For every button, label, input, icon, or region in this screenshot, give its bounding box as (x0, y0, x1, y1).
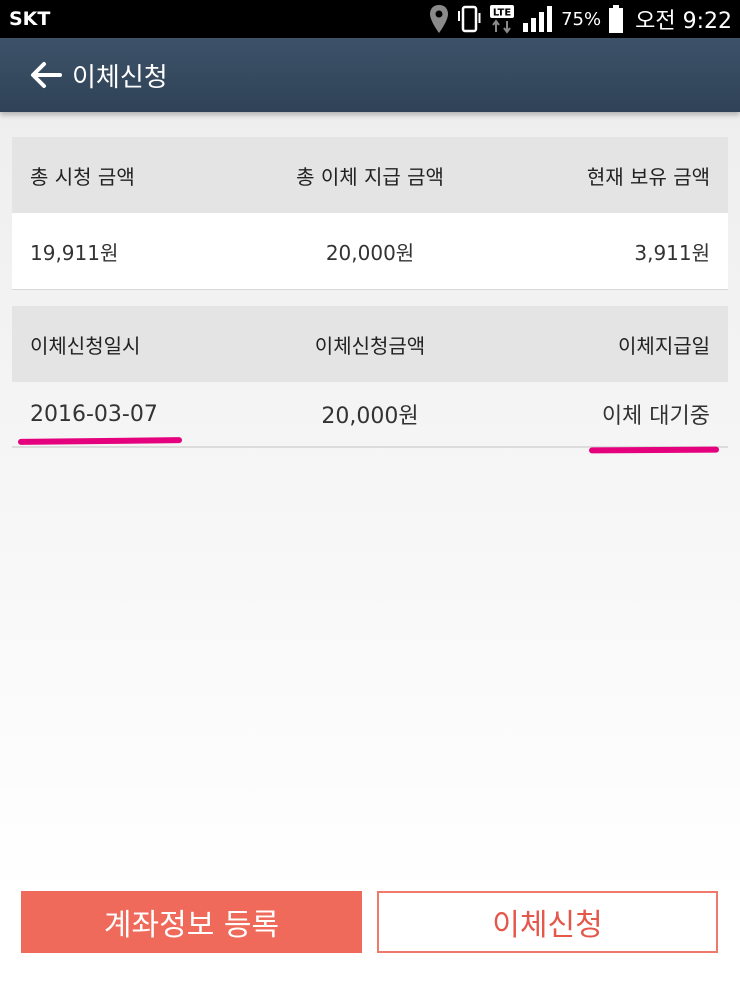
carrier-label: SKT (9, 8, 51, 30)
summary-header-current-balance: 현재 보유 금액 (586, 164, 711, 189)
transfer-request-button[interactable]: 이체신청 (377, 891, 718, 953)
history-header-pay-date: 이체지급일 (618, 333, 711, 358)
summary-current-balance: 3,911원 (634, 240, 711, 265)
arrow-left-icon (31, 62, 62, 88)
summary-header-total-requested: 총 시청 금액 (30, 164, 135, 189)
page-title: 이체신청 (72, 62, 168, 93)
back-button[interactable] (30, 61, 62, 89)
summary-table: 총 시청 금액 총 이체 지급 금액 현재 보유 금액 19,911원 20,0… (12, 137, 728, 290)
history-date: 2016-03-07 (30, 401, 158, 427)
history-header-row: 이체신청일시 이체신청금액 이체지급일 (12, 306, 728, 382)
vibrate-icon (456, 5, 482, 33)
summary-total-requested: 19,911원 (30, 240, 119, 265)
app-bar: 이체신청 (0, 38, 740, 112)
summary-value-row: 19,911원 20,000원 3,911원 (12, 213, 728, 289)
transfer-history-table: 이체신청일시 이체신청금액 이체지급일 2016-03-07 20,000원 이… (12, 306, 728, 448)
history-header-date: 이체신청일시 (30, 333, 141, 358)
history-amount: 20,000원 (321, 404, 419, 429)
summary-total-paid: 20,000원 (325, 240, 415, 265)
lte-icon: LTE (489, 4, 515, 34)
register-account-button[interactable]: 계좌정보 등록 (21, 891, 362, 953)
status-bar: SKT LTE 75% 오전 9:22 (0, 0, 740, 38)
signal-icon (522, 5, 554, 33)
battery-icon (608, 4, 624, 34)
history-header-amount: 이체신청금액 (314, 333, 426, 358)
summary-header-row: 총 시청 금액 총 이체 지급 금액 현재 보유 금액 (12, 137, 728, 213)
battery-percent: 75% (561, 8, 602, 30)
summary-header-total-paid: 총 이체 지급 금액 (296, 164, 444, 189)
location-icon (429, 4, 449, 34)
history-status: 이체 대기중 (601, 404, 711, 429)
highlight-mark-status (588, 446, 720, 454)
svg-text:LTE: LTE (493, 8, 512, 19)
clock: 오전 9:22 (635, 9, 732, 34)
status-icons: LTE 75% 오전 9:22 (429, 3, 732, 35)
